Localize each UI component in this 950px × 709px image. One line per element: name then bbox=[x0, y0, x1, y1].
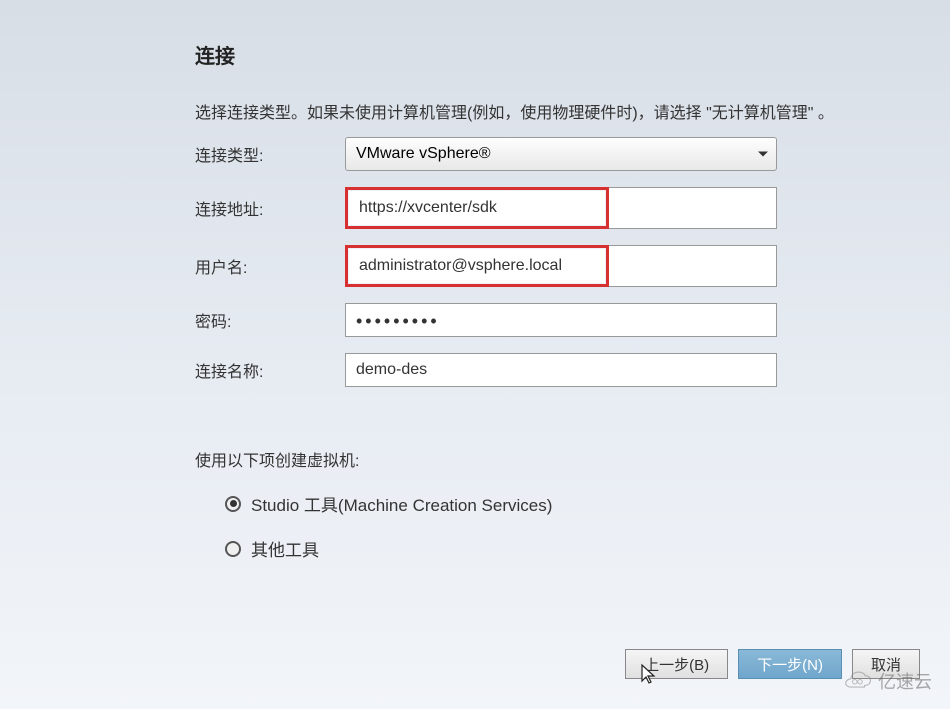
radio-row-studio[interactable]: Studio 工具(Machine Creation Services) bbox=[225, 491, 950, 516]
connection-type-row: 连接类型: VMware vSphere® bbox=[195, 137, 950, 171]
connection-form-container: 连接 选择连接类型。如果未使用计算机管理(例如，使用物理硬件时)，请选择 "无计… bbox=[0, 0, 950, 709]
connection-type-label: 连接类型: bbox=[195, 142, 345, 166]
connection-name-label: 连接名称: bbox=[195, 358, 345, 382]
vm-create-section-title: 使用以下项创建虚拟机: bbox=[195, 447, 950, 471]
password-row: 密码: ••••••••• bbox=[195, 303, 950, 337]
password-input[interactable]: ••••••••• bbox=[345, 303, 777, 337]
connection-type-dropdown[interactable]: VMware vSphere® bbox=[345, 137, 777, 171]
connection-name-row: 连接名称: bbox=[195, 353, 950, 387]
cursor-icon bbox=[640, 663, 658, 691]
username-highlight bbox=[345, 245, 609, 287]
page-title: 连接 bbox=[195, 40, 950, 69]
chevron-down-icon bbox=[758, 152, 768, 157]
instruction-text: 选择连接类型。如果未使用计算机管理(例如，使用物理硬件时)，请选择 "无计算机管… bbox=[195, 99, 950, 123]
username-row: 用户名: bbox=[195, 245, 950, 287]
radio-label-studio: Studio 工具(Machine Creation Services) bbox=[251, 491, 552, 516]
connection-address-label: 连接地址: bbox=[195, 196, 345, 220]
username-input[interactable] bbox=[349, 249, 605, 283]
watermark: 亿速云 bbox=[842, 668, 932, 694]
connection-type-value: VMware vSphere® bbox=[356, 145, 491, 163]
address-highlight bbox=[345, 187, 609, 229]
radio-icon bbox=[225, 541, 241, 557]
connection-address-input[interactable] bbox=[349, 191, 605, 225]
cloud-icon bbox=[842, 671, 872, 691]
radio-label-other: 其他工具 bbox=[251, 536, 319, 561]
radio-icon bbox=[225, 496, 241, 512]
radio-row-other[interactable]: 其他工具 bbox=[225, 536, 950, 561]
username-label: 用户名: bbox=[195, 254, 345, 278]
connection-name-input[interactable] bbox=[345, 353, 777, 387]
password-label: 密码: bbox=[195, 308, 345, 332]
username-input-remainder[interactable] bbox=[609, 245, 777, 287]
connection-address-row: 连接地址: bbox=[195, 187, 950, 229]
vm-create-radio-group: Studio 工具(Machine Creation Services) 其他工… bbox=[195, 491, 950, 561]
watermark-text: 亿速云 bbox=[878, 668, 932, 694]
address-input-remainder[interactable] bbox=[609, 187, 777, 229]
next-button[interactable]: 下一步(N) bbox=[738, 649, 842, 679]
